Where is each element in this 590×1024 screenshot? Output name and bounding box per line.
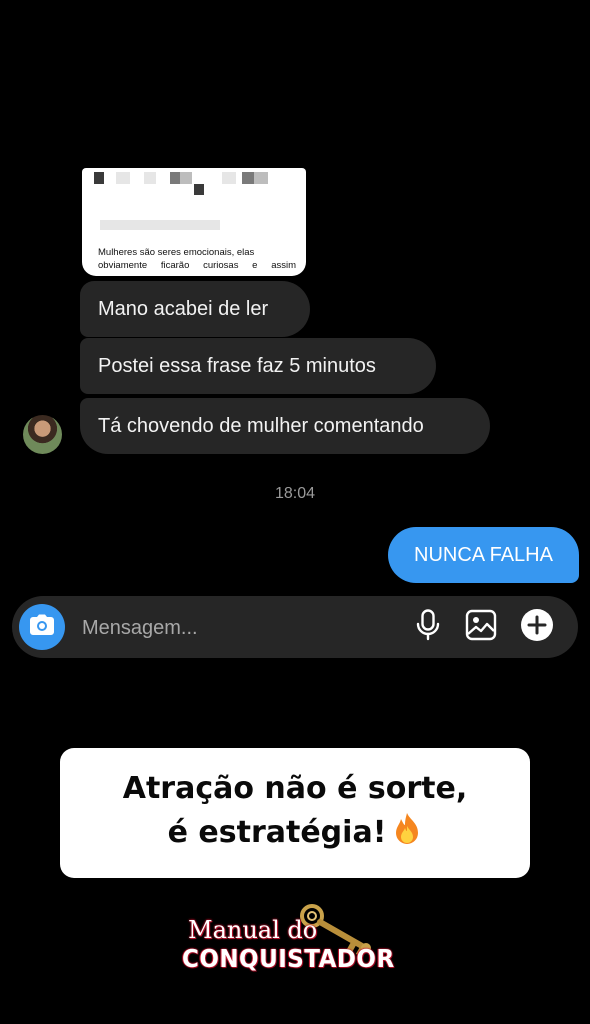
redaction-block [116,172,130,184]
shared-post-line: Mulheres são seres emocionais, elas [98,247,255,258]
gallery-icon [465,609,497,646]
sent-message[interactable]: NUNCA FALHA [388,527,579,583]
gallery-button[interactable] [464,609,498,646]
redaction-block [100,220,220,230]
camera-icon [29,614,55,641]
fire-icon [392,812,422,859]
redaction-block [170,172,180,184]
redaction-block [242,172,254,184]
received-message[interactable]: Tá chovendo de mulher comentando [80,398,490,454]
add-button[interactable] [520,608,554,647]
received-message[interactable]: Mano acabei de ler [80,281,310,337]
microphone-icon [416,608,440,646]
microphone-button[interactable] [411,608,445,646]
redaction-block [194,184,204,195]
caption-card: Atração não é sorte, é estratégia! [60,748,530,878]
shared-post-image[interactable]: Mulheres são seres emocionais, elas obvi… [82,168,306,276]
message-timestamp: 18:04 [274,485,316,502]
redaction-block [180,172,192,184]
brand-logo: Manual do CONQUISTADOR [178,900,418,980]
redaction-block [222,172,236,184]
camera-button[interactable] [19,604,65,650]
logo-line-2: CONQUISTADOR [182,944,395,973]
message-input[interactable] [80,612,384,644]
redaction-block [254,172,268,184]
shared-post-line: obviamente ficarão curiosas e assim [98,260,296,271]
contact-avatar[interactable] [23,415,62,454]
plus-icon [520,608,554,647]
caption-line-2: é estratégia! [168,811,423,859]
caption-line-1: Atração não é sorte, [122,771,468,806]
received-message[interactable]: Postei essa frase faz 5 minutos [80,338,436,394]
message-composer [12,596,578,658]
redaction-block [94,172,104,184]
redaction-block [144,172,156,184]
caption-line-2-text: é estratégia! [167,815,387,850]
logo-line-1: Manual do [188,916,318,944]
shared-post-text: Mulheres são seres emocionais, elas obvi… [98,246,296,272]
